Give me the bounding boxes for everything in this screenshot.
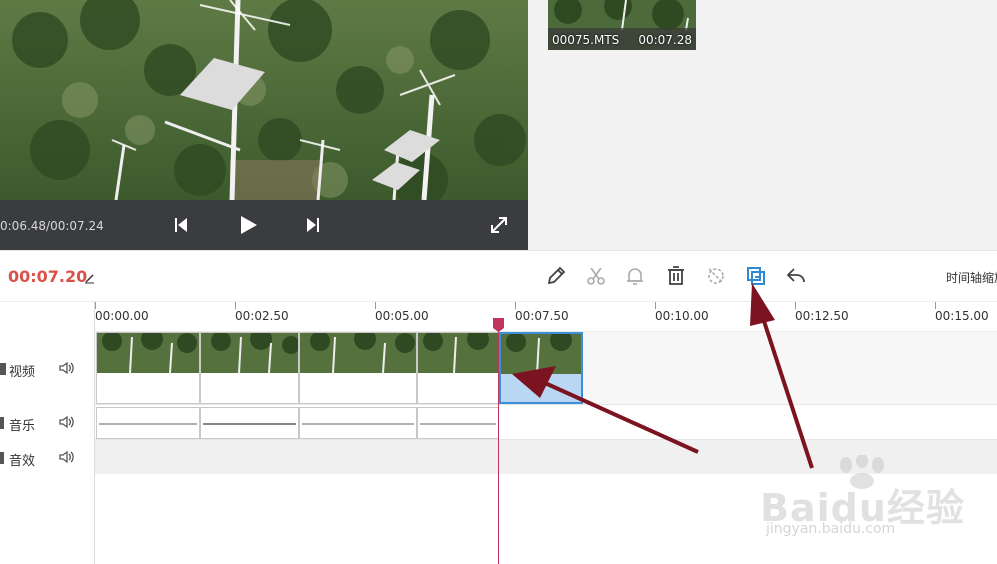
media-clip-thumbnail[interactable]: 00075.MTS 00:07.28 — [548, 0, 696, 50]
timeline-zoom-label[interactable]: 时间轴缩放 — [946, 269, 997, 286]
audio-clip[interactable] — [417, 407, 499, 439]
play-icon[interactable] — [237, 214, 259, 236]
ruler-tick — [515, 302, 516, 309]
music-track-icon — [0, 417, 4, 429]
ruler-tick — [935, 302, 936, 309]
waveform — [203, 423, 296, 425]
ruler-label: 00:12.50 — [795, 309, 849, 323]
edit-icon[interactable] — [545, 265, 567, 287]
waveform — [302, 423, 414, 425]
clip-duration: 00:07.28 — [638, 33, 692, 47]
sfx-track-icon — [0, 452, 4, 464]
edit-time-icon[interactable] — [84, 269, 96, 284]
playhead-line — [498, 324, 499, 564]
split-icon[interactable] — [585, 265, 607, 287]
waveform — [99, 423, 197, 425]
audio-clip[interactable] — [299, 407, 417, 439]
freeze-icon[interactable] — [705, 265, 727, 287]
media-library: 00075.MTS 00:07.28 — [528, 0, 997, 250]
fullscreen-icon[interactable] — [488, 214, 510, 236]
watermark: Baidu经验 jingyan.baidu.com — [760, 455, 964, 545]
video-frame — [0, 0, 528, 200]
edit-toolbar: 00:07.20 时间轴缩放 — [0, 250, 997, 302]
selected-video-clip[interactable] — [499, 332, 583, 404]
video-track — [95, 332, 997, 404]
copy-icon[interactable] — [745, 265, 767, 287]
audio-clip[interactable] — [200, 407, 299, 439]
volume-icon[interactable] — [58, 415, 74, 429]
ruler-tick — [795, 302, 796, 309]
playback-time: 0:06.48/00:07.24 — [0, 219, 104, 233]
video-track-icon — [0, 363, 6, 375]
track-label: 音乐 — [9, 419, 36, 434]
video-clip[interactable] — [96, 332, 200, 404]
track-headers: 视频 音乐 音效 — [0, 302, 95, 564]
ruler-label: 00:05.00 — [375, 309, 429, 323]
playhead-handle[interactable] — [493, 317, 504, 332]
video-clip[interactable] — [200, 332, 299, 404]
watermark-url: jingyan.baidu.com — [766, 521, 896, 537]
waveform — [420, 423, 496, 425]
ruler-label: 00:15.00 — [935, 309, 989, 323]
undo-icon[interactable] — [785, 265, 807, 287]
clip-filename: 00075.MTS — [552, 33, 620, 47]
video-clip[interactable] — [417, 332, 499, 404]
alarm-icon[interactable] — [624, 265, 646, 287]
video-clip[interactable] — [299, 332, 417, 404]
ruler-label: 00:07.50 — [515, 309, 569, 323]
ruler-label: 00:10.00 — [655, 309, 709, 323]
music-track — [95, 404, 997, 440]
skip-previous-icon[interactable] — [170, 214, 192, 236]
volume-icon[interactable] — [58, 450, 74, 464]
ruler-tick — [655, 302, 656, 309]
track-label: 音效 — [9, 454, 36, 469]
track-label: 视频 — [9, 365, 36, 380]
time-ruler[interactable]: 00:00.00 00:02.50 00:05.00 00:07.50 00:1… — [95, 302, 997, 332]
current-time: 00:07.20 — [8, 267, 88, 286]
player-controls: 0:06.48/00:07.24 — [0, 200, 528, 250]
ruler-tick — [95, 302, 96, 309]
volume-icon[interactable] — [58, 361, 74, 375]
ruler-label: 00:00.00 — [95, 309, 149, 323]
video-preview: 0:06.48/00:07.24 — [0, 0, 528, 250]
delete-icon[interactable] — [665, 265, 687, 287]
ruler-label: 00:02.50 — [235, 309, 289, 323]
ruler-tick — [235, 302, 236, 309]
audio-clip[interactable] — [96, 407, 200, 439]
skip-next-icon[interactable] — [302, 214, 324, 236]
ruler-tick — [375, 302, 376, 309]
